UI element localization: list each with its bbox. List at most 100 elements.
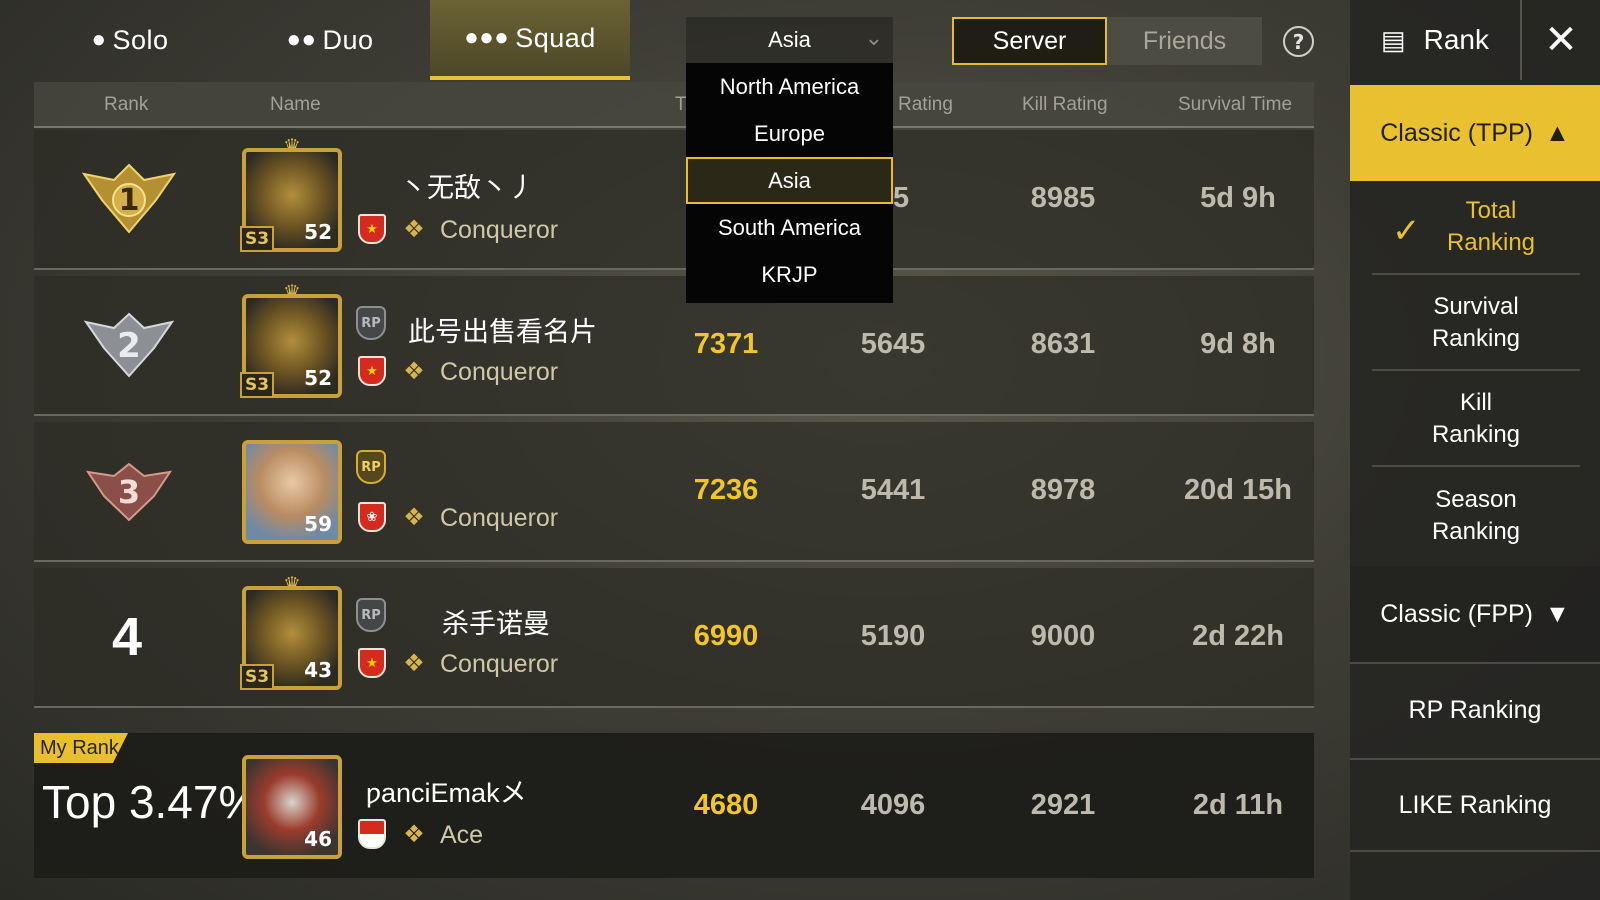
region-option-north-america[interactable]: North America [686, 63, 893, 110]
tab-duo[interactable]: ●● Duo [230, 0, 430, 80]
rank-1-badge-icon: 1 [74, 160, 184, 240]
rank-number: 3 [117, 473, 141, 511]
total-rating: 6990 [693, 620, 759, 652]
flag-id-icon [358, 819, 386, 849]
player-name: 杀手诺曼 [442, 609, 550, 639]
player-name: ƿanciEmakメ [366, 778, 527, 808]
rank-title-label: Rank [1423, 24, 1489, 55]
conqueror-tier-icon: ❖ [403, 215, 425, 243]
tier-label: Conqueror [440, 650, 559, 678]
level: 46 [304, 827, 332, 851]
player-name: 此号出售看名片 [408, 317, 597, 347]
table-row[interactable]: 4 ♛ S3 43 RP 杀手诺曼 ★ ❖ Conqueror 6990 519… [34, 568, 1314, 708]
total-rating: 4680 [693, 789, 759, 821]
rp-badge-icon: RP [356, 598, 386, 632]
avatar[interactable]: 59 [242, 440, 342, 544]
table-row[interactable]: 1 ♛ S3 52 丶无敌丶丿 ★ ❖ Conqueror 35 8985 5d… [34, 130, 1314, 270]
region-option-south-america[interactable]: South America [686, 204, 893, 251]
ace-tier-icon: ❖ [403, 820, 425, 848]
classic-tpp-header[interactable]: Classic (TPP) ▲ [1350, 85, 1600, 181]
survival-time: 9d 8h [1200, 328, 1276, 360]
region-option-krjp[interactable]: KRJP [686, 251, 893, 298]
help-icon[interactable]: ? [1283, 26, 1314, 57]
total-rating: 7236 [693, 474, 759, 506]
level: 43 [304, 658, 332, 682]
survival-time: 5d 9h [1200, 182, 1276, 214]
kill-ranking-item[interactable]: Kill Ranking [1372, 373, 1580, 467]
rank-number: 1 [118, 182, 140, 218]
region-dropdown-menu: North America Europe Asia South America … [686, 63, 893, 303]
kill-rating: 8631 [1030, 328, 1096, 360]
tier-label: Ace [440, 821, 484, 849]
flag-hk-icon: ❀ [358, 502, 386, 532]
conqueror-tier-icon: ❖ [403, 357, 425, 385]
ranking-side-panel: ▤ Rank ✕ Classic (TPP) ▲ ✓ Total Ranking… [1350, 0, 1600, 900]
survival-time: 2d 11h [1192, 789, 1284, 821]
header-rank: Rank [104, 94, 149, 115]
table-header: Rank Name Tr Rating Kill Rating Survival… [34, 82, 1314, 128]
my-rank-row[interactable]: My Rank Top 3.47% 46 ƿanciEmakメ ❖ Ace 46… [34, 733, 1314, 878]
avatar[interactable]: S3 52 [240, 148, 342, 252]
rank-2-badge-icon: 2 [74, 306, 184, 386]
tier-label: Conqueror [440, 358, 559, 386]
kill-rating: 9000 [1030, 620, 1096, 652]
kill-rating: 2921 [1030, 789, 1096, 821]
avatar[interactable]: 46 [242, 755, 342, 859]
chevron-up-icon: ▲ [1545, 118, 1570, 147]
checkmark-icon: ✓ [1392, 212, 1421, 250]
header-survival-time: Survival Time [1178, 94, 1293, 115]
friends-toggle-button[interactable]: Friends [1107, 17, 1262, 65]
tpp-rating: 5645 [860, 328, 926, 360]
total-ranking-label: Total Ranking [1446, 196, 1536, 256]
tier-label: Conqueror [440, 504, 559, 532]
region-option-asia[interactable]: Asia [686, 157, 893, 204]
table-row[interactable]: 3 59 RP ❀ ❖ Conqueror 7236 5441 8978 20d… [34, 422, 1314, 562]
rp-ranking-label: RP Ranking [1408, 695, 1542, 724]
duo-icon: ●● [286, 26, 317, 53]
tab-squad-label: Squad [515, 22, 596, 53]
classic-fpp-label: Classic (FPP) [1380, 599, 1534, 628]
season-badge: S3 [240, 372, 274, 398]
tab-solo[interactable]: ● Solo [30, 0, 230, 80]
total-rating: 7371 [693, 328, 759, 360]
rp-ranking-item[interactable]: RP Ranking [1350, 662, 1600, 756]
kill-rating: 8978 [1030, 474, 1096, 506]
avatar[interactable]: S3 43 [240, 586, 342, 690]
region-select[interactable]: Asia ⌄ [686, 17, 893, 63]
tpp-rating: 4096 [860, 789, 926, 821]
tier-label: Conqueror [440, 216, 559, 244]
avatar[interactable]: S3 52 [240, 294, 342, 398]
tab-duo-label: Duo [322, 24, 374, 55]
top-bar: ● Solo ●● Duo ●●● Squad Asia ⌄ Server Fr… [0, 0, 1350, 80]
tab-squad[interactable]: ●●● Squad [430, 0, 630, 80]
region-option-europe[interactable]: Europe [686, 110, 893, 157]
season-badge: S3 [240, 664, 274, 690]
flag-cn-icon: ★ [358, 214, 386, 244]
survival-ranking-item[interactable]: Survival Ranking [1372, 277, 1580, 371]
rank-title: ▤ Rank [1350, 0, 1520, 80]
chevron-down-icon: ⌄ [864, 25, 883, 50]
classic-fpp-header[interactable]: Classic (FPP) ▼ [1350, 566, 1600, 662]
kill-ranking-label: Kill Ranking [1431, 388, 1521, 448]
header-kill-rating: Kill Rating [1022, 94, 1108, 115]
level: 59 [304, 512, 332, 536]
region-selected-label: Asia [768, 27, 811, 52]
my-rank-tag: My Rank [34, 733, 128, 763]
server-toggle-button[interactable]: Server [952, 17, 1107, 65]
tpp-rating: 5441 [860, 474, 926, 506]
like-ranking-item[interactable]: LIKE Ranking [1350, 758, 1600, 852]
season-badge: S3 [240, 226, 274, 252]
rp-badge-icon: RP [356, 450, 386, 484]
player-name: 丶无敌丶丿 [400, 173, 535, 203]
survival-ranking-label: Survival Ranking [1431, 292, 1521, 352]
rank-number: 2 [117, 326, 141, 366]
total-ranking-item[interactable]: ✓ Total Ranking [1372, 181, 1580, 275]
podium-icon: ▤ [1381, 24, 1406, 55]
table-row[interactable]: 2 ♛ S3 52 RP 此号出售看名片 ★ ❖ Conqueror 7371 … [34, 276, 1314, 416]
server-label: Server [992, 26, 1067, 55]
survival-time: 20d 15h [1184, 474, 1292, 506]
friends-label: Friends [1142, 26, 1227, 55]
header-tpp-rating: Rating [898, 94, 953, 115]
close-button[interactable]: ✕ [1520, 0, 1600, 80]
season-ranking-item[interactable]: Season Ranking [1372, 469, 1580, 563]
